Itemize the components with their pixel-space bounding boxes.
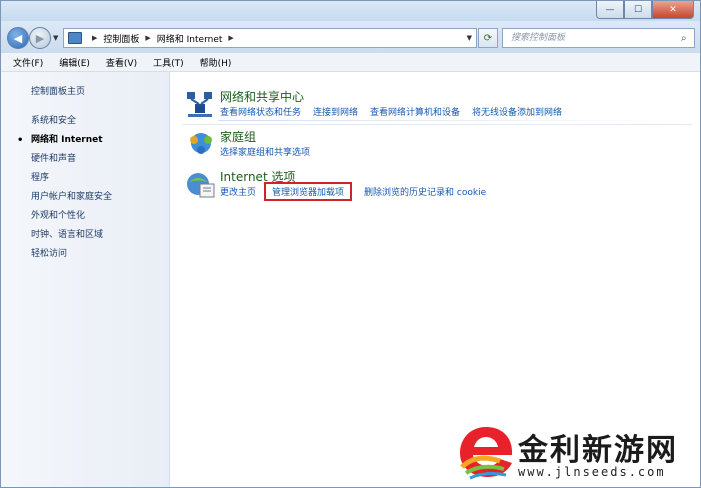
caption-buttons: — ☐ ✕ <box>596 1 694 19</box>
link-manage-browser-addons[interactable]: 管理浏览器加载项 <box>264 182 353 201</box>
breadcrumb-control-panel[interactable]: 控制面板 <box>103 32 139 45</box>
network-sharing-icon[interactable] <box>184 90 218 120</box>
search-icon[interactable]: ⌕ <box>681 33 687 44</box>
sidebar-item-system-security[interactable]: 系统和安全 <box>31 112 112 131</box>
category-links: 选择家庭组和共享选项 <box>220 145 322 158</box>
search-input[interactable] <box>509 32 681 44</box>
sidebar: 控制面板主页 系统和安全 网络和 Internet 硬件和声音 程序 用户帐户和… <box>1 72 170 487</box>
link-homegroup-sharing-options[interactable]: 选择家庭组和共享选项 <box>220 145 310 158</box>
watermark-brand: 金利新游网 <box>518 433 678 468</box>
menu-bar: 文件(F) 编辑(E) 查看(V) 工具(T) 帮助(H) <box>1 53 700 72</box>
address-bar[interactable]: ▶ 控制面板 ▶ 网络和 Internet ▶ ▼ <box>63 28 477 48</box>
category-internet-options: Internet 选项 更改主页 管理浏览器加载项 删除浏览的历史记录和 coo… <box>182 168 692 208</box>
brand-logo-icon <box>460 427 513 480</box>
sidebar-item-appearance[interactable]: 外观和个性化 <box>31 207 112 226</box>
category-links: 更改主页 管理浏览器加载项 删除浏览的历史记录和 cookie <box>220 182 498 201</box>
breadcrumb-network-internet[interactable]: 网络和 Internet <box>157 32 223 45</box>
menu-file[interactable]: 文件(F) <box>13 56 43 69</box>
sidebar-home-link[interactable]: 控制面板主页 <box>31 84 85 97</box>
link-connect-network[interactable]: 连接到网络 <box>313 105 358 118</box>
category-homegroup: 家庭组 选择家庭组和共享选项 <box>182 128 692 164</box>
sidebar-item-user-accounts[interactable]: 用户帐户和家庭安全 <box>31 188 112 207</box>
control-panel-window: — ☐ ✕ ◀ ▶ ▼ ▶ 控制面板 ▶ 网络和 Internet ▶ ▼ ⟳ … <box>0 0 701 488</box>
title-bar: — ☐ ✕ <box>1 1 700 21</box>
maximize-button[interactable]: ☐ <box>624 1 652 19</box>
category-title[interactable]: 网络和共享中心 <box>220 88 304 105</box>
forward-arrow-icon[interactable]: ▶ <box>29 27 51 49</box>
breadcrumb-chevron-icon[interactable]: ▶ <box>228 34 233 42</box>
category-title[interactable]: 家庭组 <box>220 128 256 145</box>
category-network-sharing: 网络和共享中心 查看网络状态和任务 连接到网络 查看网络计算机和设备 将无线设备… <box>182 88 692 125</box>
watermark-site: www.jlnseeds.com <box>518 465 666 479</box>
search-box[interactable]: ⌕ <box>502 28 695 48</box>
minimize-button[interactable]: — <box>596 1 624 19</box>
refresh-icon[interactable]: ⟳ <box>478 28 498 48</box>
sidebar-item-programs[interactable]: 程序 <box>31 169 112 188</box>
breadcrumb-chevron-icon[interactable]: ▶ <box>92 34 97 42</box>
control-panel-icon <box>68 32 82 44</box>
recent-pages-dropdown-icon[interactable]: ▼ <box>53 34 58 42</box>
sidebar-item-network-internet[interactable]: 网络和 Internet <box>17 131 112 150</box>
link-change-homepage[interactable]: 更改主页 <box>220 185 256 201</box>
link-delete-browsing-history[interactable]: 删除浏览的历史记录和 cookie <box>364 185 486 201</box>
address-dropdown-icon[interactable]: ▼ <box>467 34 472 42</box>
back-arrow-icon[interactable]: ◀ <box>7 27 29 49</box>
sidebar-list: 系统和安全 网络和 Internet 硬件和声音 程序 用户帐户和家庭安全 外观… <box>17 112 112 264</box>
menu-tools[interactable]: 工具(T) <box>153 56 184 69</box>
link-view-network-computers[interactable]: 查看网络计算机和设备 <box>370 105 460 118</box>
category-links: 查看网络状态和任务 连接到网络 查看网络计算机和设备 将无线设备添加到网络 <box>220 105 574 118</box>
link-view-network-status[interactable]: 查看网络状态和任务 <box>220 105 301 118</box>
sidebar-item-ease-of-access[interactable]: 轻松访问 <box>31 245 112 264</box>
close-button[interactable]: ✕ <box>652 1 694 19</box>
watermark: 金利新游网 www.jlnseeds.com <box>456 421 700 487</box>
sidebar-item-clock-language[interactable]: 时钟、语言和区域 <box>31 226 112 245</box>
sidebar-item-hardware-sound[interactable]: 硬件和声音 <box>31 150 112 169</box>
navigation-bar: ◀ ▶ ▼ ▶ 控制面板 ▶ 网络和 Internet ▶ ▼ ⟳ ⌕ <box>1 21 700 53</box>
menu-help[interactable]: 帮助(H) <box>200 56 232 69</box>
homegroup-icon[interactable] <box>184 130 218 160</box>
link-add-wireless-device[interactable]: 将无线设备添加到网络 <box>472 105 562 118</box>
menu-view[interactable]: 查看(V) <box>106 56 137 69</box>
internet-options-icon[interactable] <box>184 170 218 200</box>
breadcrumb-chevron-icon[interactable]: ▶ <box>145 34 150 42</box>
menu-edit[interactable]: 编辑(E) <box>59 56 90 69</box>
